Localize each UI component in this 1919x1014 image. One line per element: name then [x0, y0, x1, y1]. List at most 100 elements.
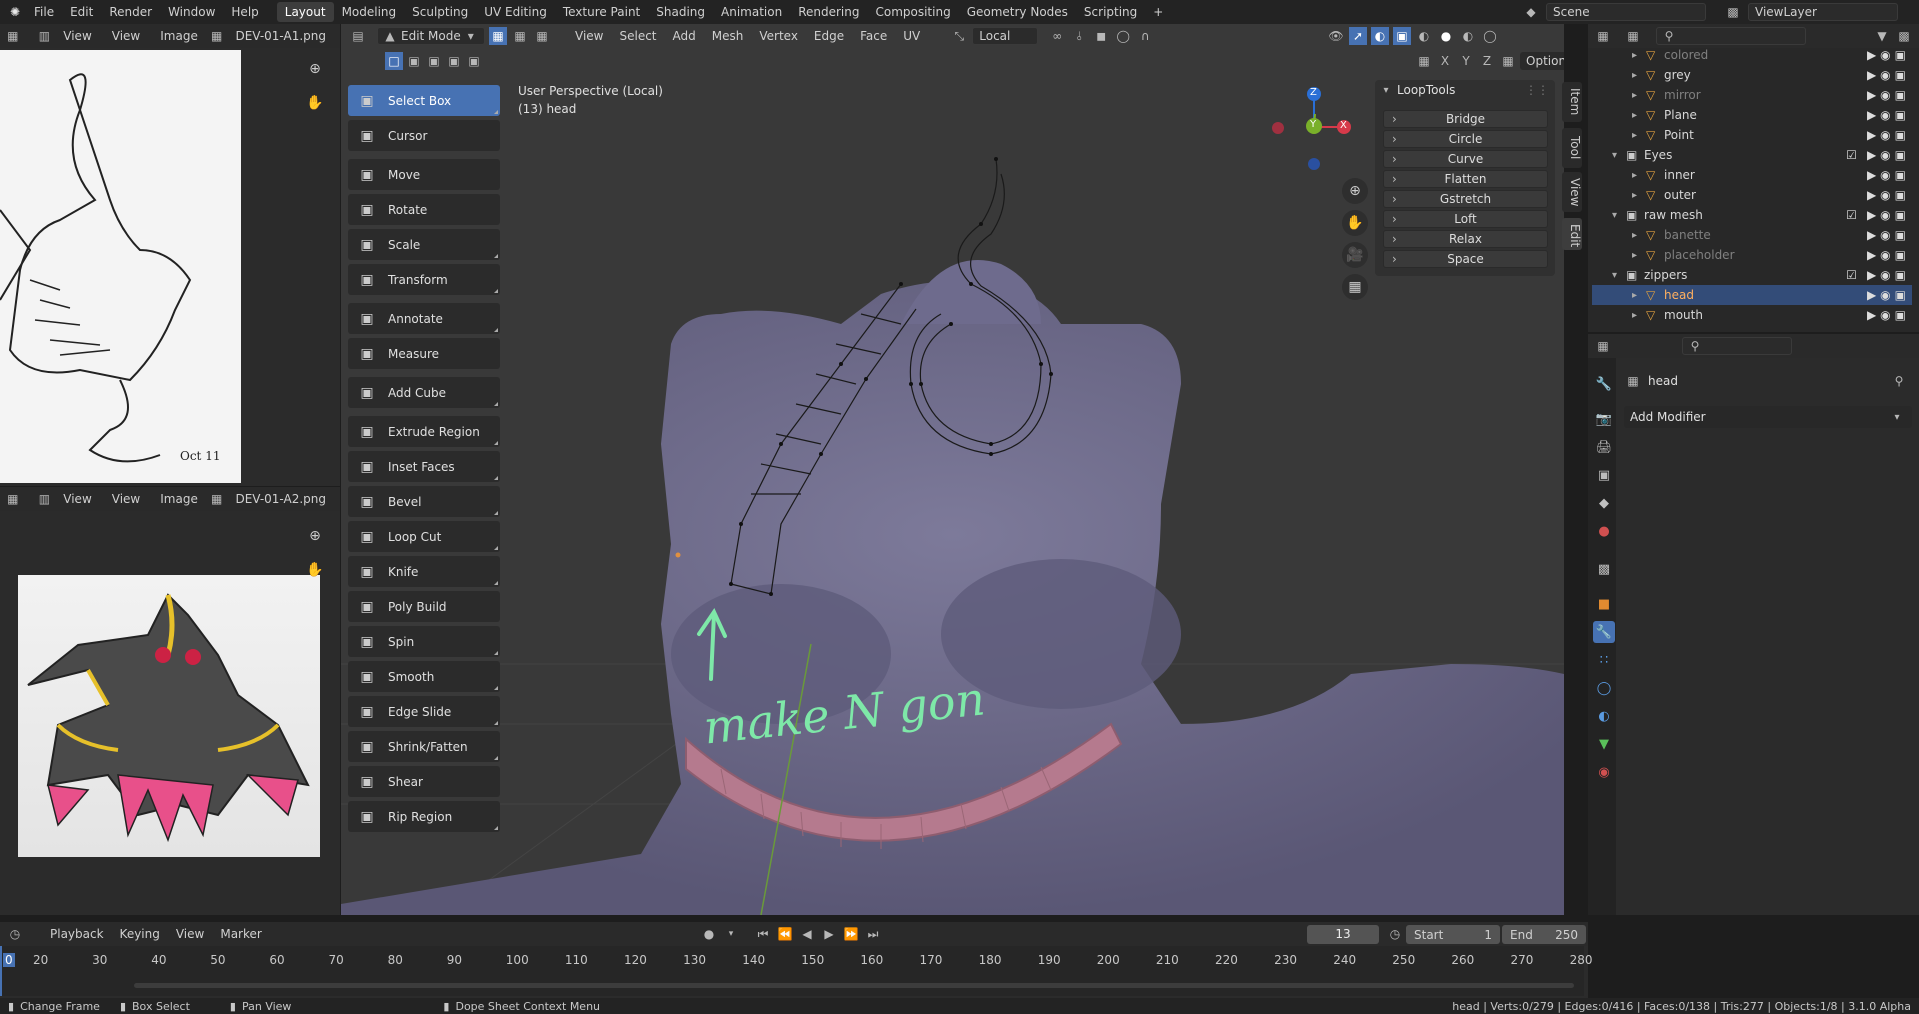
view-menu-2[interactable]: View: [104, 489, 148, 509]
jump-start-icon[interactable]: ⏮: [754, 925, 772, 943]
tab-texture-paint[interactable]: Texture Paint: [555, 2, 648, 22]
axis-x-toggle[interactable]: X: [1436, 52, 1454, 70]
outliner-item-mouth[interactable]: ▸ ▽ mouth ▶ ◉ ▣: [1592, 305, 1912, 325]
jump-end-icon[interactable]: ⏭: [864, 925, 882, 943]
tab-layout[interactable]: Layout: [276, 2, 334, 22]
eye-icon[interactable]: ◉: [1880, 168, 1890, 182]
looptools-loft[interactable]: › Loft: [1383, 210, 1548, 228]
current-frame-field[interactable]: 13: [1307, 925, 1379, 944]
sidebar-tab-item[interactable]: Item: [1562, 82, 1582, 122]
physics-props-icon[interactable]: ◯: [1593, 677, 1615, 699]
select-extend-icon[interactable]: ▣: [405, 52, 423, 70]
pin-icon[interactable]: ⚲: [1890, 372, 1908, 390]
tool-bevel[interactable]: ▣ Bevel: [348, 486, 500, 517]
viewport-menu-vertex[interactable]: Vertex: [751, 26, 806, 46]
tab-geometry-nodes[interactable]: Geometry Nodes: [959, 2, 1076, 22]
eye-icon[interactable]: ◉: [1880, 88, 1890, 102]
view-type-icon-2[interactable]: ▥: [38, 490, 52, 508]
collection-props-icon[interactable]: ▩: [1593, 558, 1615, 580]
outliner-item-point[interactable]: ▸ ▽ Point ▶ ◉ ▣: [1592, 125, 1912, 145]
pivot-icon[interactable]: ∞: [1048, 27, 1066, 45]
options-dropdown[interactable]: Options: [1520, 52, 1564, 70]
outliner-item-plane[interactable]: ▸ ▽ Plane ▶ ◉ ▣: [1592, 105, 1912, 125]
select-arrow-icon[interactable]: ▶: [1867, 88, 1876, 102]
end-frame-field[interactable]: End 250: [1502, 925, 1586, 944]
object-props-icon[interactable]: ■: [1593, 593, 1615, 615]
sidebar-tab-edit[interactable]: Edit: [1562, 218, 1582, 250]
camera-icon[interactable]: ▣: [1895, 308, 1906, 322]
mirror-icon[interactable]: ▦: [1415, 52, 1433, 70]
editor-type-icon[interactable]: ▦: [6, 27, 20, 45]
falloff-icon[interactable]: ∩: [1136, 27, 1154, 45]
viewlayer-field[interactable]: ViewLayer: [1748, 3, 1898, 21]
tab-modeling[interactable]: Modeling: [334, 2, 405, 22]
image-menu[interactable]: Image: [152, 26, 206, 46]
select-arrow-icon[interactable]: ▶: [1867, 68, 1876, 82]
timeline-scrollbar[interactable]: [134, 983, 1574, 988]
expand-arrow-icon[interactable]: ▸: [1632, 70, 1637, 81]
expand-arrow-icon[interactable]: ▸: [1632, 50, 1637, 61]
tool-annotate[interactable]: ▣ Annotate: [348, 303, 500, 334]
sidebar-tab-view[interactable]: View: [1562, 172, 1582, 212]
pan-hand-icon[interactable]: ✋: [302, 90, 328, 116]
tool-loop-cut[interactable]: ▣ Loop Cut: [348, 521, 500, 552]
expand-arrow-icon[interactable]: ▸: [1632, 290, 1637, 301]
material-props-icon[interactable]: ◉: [1593, 761, 1615, 783]
scene-props-icon[interactable]: ◆: [1593, 492, 1615, 514]
checkbox-icon[interactable]: ☑: [1846, 268, 1857, 282]
looptools-header[interactable]: ▾ LoopTools ⋮⋮: [1375, 80, 1555, 100]
tool-move[interactable]: ▣ Move: [348, 159, 500, 190]
camera-icon[interactable]: ▣: [1895, 68, 1906, 82]
rendered-shading-icon[interactable]: ◯: [1481, 27, 1499, 45]
expand-arrow-icon[interactable]: ▸: [1632, 110, 1637, 121]
expand-arrow-icon[interactable]: ▸: [1632, 190, 1637, 201]
chevron-down-icon[interactable]: ▾: [722, 925, 740, 943]
select-arrow-icon[interactable]: ▶: [1867, 208, 1876, 222]
outliner-item-placeholder[interactable]: ▸ ▽ placeholder ▶ ◉ ▣: [1592, 245, 1912, 265]
filter-icon[interactable]: ▼: [1873, 27, 1891, 45]
image-filename[interactable]: DEV-01-A1.png: [227, 26, 334, 46]
expand-arrow-icon[interactable]: ▸: [1632, 310, 1637, 321]
expand-arrow-icon[interactable]: ▾: [1612, 150, 1617, 161]
looptools-relax[interactable]: › Relax: [1383, 230, 1548, 248]
gizmo-icon[interactable]: ➚: [1349, 27, 1367, 45]
camera-icon[interactable]: ▣: [1895, 48, 1906, 62]
tab-uv-editing[interactable]: UV Editing: [476, 2, 555, 22]
viewport-pan-icon[interactable]: ✋: [1342, 210, 1368, 236]
tool-measure[interactable]: ▣ Measure: [348, 338, 500, 369]
outliner-item-raw-mesh[interactable]: ▾ ▣ raw mesh ☑ ▶ ◉ ▣: [1592, 205, 1912, 225]
viewport-zoom-icon[interactable]: ⊕: [1342, 178, 1368, 204]
scene-field[interactable]: Scene: [1546, 3, 1706, 21]
tool-select-box[interactable]: ▣ Select Box: [348, 85, 500, 116]
solid-shading-icon[interactable]: ●: [1437, 27, 1455, 45]
expand-arrow-icon[interactable]: ▸: [1632, 170, 1637, 181]
eye-icon[interactable]: ◉: [1880, 308, 1890, 322]
outliner-search[interactable]: ⚲: [1656, 27, 1806, 45]
ortho-toggle-icon[interactable]: ▦: [1342, 274, 1368, 300]
expand-arrow-icon[interactable]: ▸: [1632, 250, 1637, 261]
outliner-item-inner[interactable]: ▸ ▽ inner ▶ ◉ ▣: [1592, 165, 1912, 185]
tab-sculpting[interactable]: Sculpting: [404, 2, 476, 22]
editor-type-icon-2[interactable]: ▦: [6, 490, 20, 508]
looptools-curve[interactable]: › Curve: [1383, 150, 1548, 168]
camera-icon[interactable]: ▣: [1895, 108, 1906, 122]
viewport-menu-view[interactable]: View: [567, 26, 611, 46]
tool-cursor[interactable]: ▣ Cursor: [348, 120, 500, 151]
auto-merge-icon[interactable]: ▦: [1499, 52, 1517, 70]
sidebar-tab-tool[interactable]: Tool: [1562, 128, 1582, 168]
looptools-flatten[interactable]: › Flatten: [1383, 170, 1548, 188]
world-props-icon[interactable]: ●: [1593, 520, 1615, 542]
select-arrow-icon[interactable]: ▶: [1867, 188, 1876, 202]
select-arrow-icon[interactable]: ▶: [1867, 268, 1876, 282]
add-modifier-button[interactable]: Add Modifier ▾: [1624, 406, 1912, 428]
scene-selector[interactable]: ◆ Scene: [1522, 2, 1722, 22]
tool-add-cube[interactable]: ▣ Add Cube: [348, 377, 500, 408]
timeline-menu-keying[interactable]: Keying: [112, 924, 168, 944]
outliner-item-mirror[interactable]: ▸ ▽ mirror ▶ ◉ ▣: [1592, 85, 1912, 105]
checkbox-icon[interactable]: ☑: [1846, 208, 1857, 222]
record-icon[interactable]: ●: [700, 925, 718, 943]
tool-spin[interactable]: ▣ Spin: [348, 626, 500, 657]
add-workspace-button[interactable]: +: [1145, 2, 1171, 22]
select-arrow-icon[interactable]: ▶: [1867, 228, 1876, 242]
edge-select-icon[interactable]: ▦: [511, 27, 529, 45]
